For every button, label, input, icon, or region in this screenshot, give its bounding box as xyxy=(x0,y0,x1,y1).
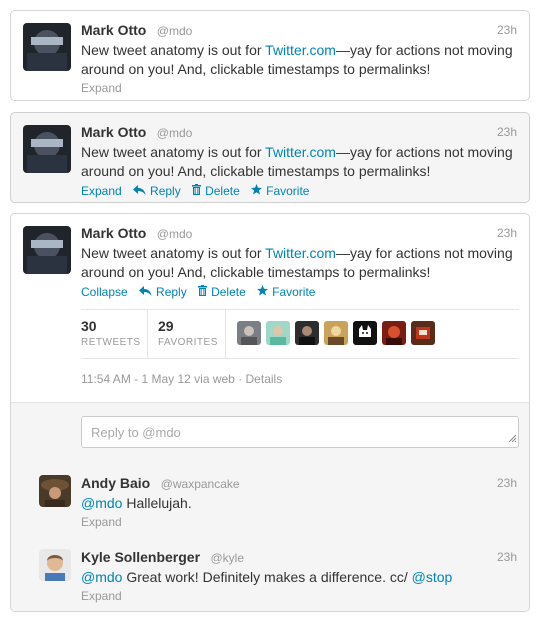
star-icon xyxy=(251,182,263,200)
author-handle[interactable]: @mdo xyxy=(157,126,193,140)
resize-grip-icon[interactable] xyxy=(508,430,517,445)
delete-action[interactable]: Delete xyxy=(192,182,240,200)
reply-icon xyxy=(133,182,146,200)
expand-link[interactable]: Expand xyxy=(81,588,517,604)
collapse-action[interactable]: Collapse xyxy=(81,283,128,301)
avatar[interactable] xyxy=(23,226,71,274)
divider xyxy=(147,310,148,358)
timestamp[interactable]: 23h xyxy=(497,550,517,564)
star-icon xyxy=(257,283,269,301)
delete-action[interactable]: Delete xyxy=(198,283,246,301)
reply-action[interactable]: Reply xyxy=(139,283,187,301)
author-name[interactable]: Mark Otto xyxy=(81,225,146,241)
author-name[interactable]: Mark Otto xyxy=(81,22,146,38)
favoriter-avatar[interactable] xyxy=(382,321,406,345)
tweet-meta[interactable]: 11:54 AM - 1 May 12 via web · Details xyxy=(81,372,282,386)
tweet-link[interactable]: Twitter.com xyxy=(265,42,336,58)
tweet-link[interactable]: Twitter.com xyxy=(265,144,336,160)
tweet-text: New tweet anatomy is out for Twitter.com… xyxy=(81,245,513,280)
favorite-action[interactable]: Favorite xyxy=(257,283,315,301)
tweet-text: @mdo Great work! Definitely makes a diff… xyxy=(81,569,453,585)
author-handle[interactable]: @kyle xyxy=(211,551,245,565)
favoriter-avatar[interactable] xyxy=(353,321,377,345)
tweet-text: New tweet anatomy is out for Twitter.com… xyxy=(81,42,513,77)
reply-action[interactable]: Reply xyxy=(133,182,181,200)
timestamp[interactable]: 23h xyxy=(497,23,517,37)
trash-icon xyxy=(192,182,202,200)
tweet-card[interactable]: Mark Otto @mdo 23h New tweet anatomy is … xyxy=(10,112,530,203)
tweet-link[interactable]: Twitter.com xyxy=(265,245,336,261)
favoriters-list xyxy=(237,321,440,345)
divider xyxy=(225,310,226,358)
favoriter-avatar[interactable] xyxy=(237,321,261,345)
timestamp[interactable]: 23h xyxy=(497,226,517,240)
favorite-action[interactable]: Favorite xyxy=(251,182,309,200)
trash-icon xyxy=(198,283,208,301)
tweet-card-expanded[interactable]: Mark Otto @mdo 23h New tweet anatomy is … xyxy=(10,213,530,612)
expand-link[interactable]: Expand xyxy=(81,80,517,96)
author-handle[interactable]: @waxpancake xyxy=(161,477,240,491)
avatar[interactable] xyxy=(39,475,71,507)
mention-link[interactable]: @mdo xyxy=(81,569,122,585)
reply-tweet[interactable]: Kyle Sollenberger @kyle 23h @mdo Great w… xyxy=(11,538,529,611)
favoriter-avatar[interactable] xyxy=(324,321,348,345)
tweet-stats: 30 RETWEETS 29 FAVORITES xyxy=(81,309,519,359)
tweet-actions: Expand Reply Delete Favorite xyxy=(81,182,517,200)
author-handle[interactable]: @mdo xyxy=(157,227,193,241)
mention-link[interactable]: @stop xyxy=(412,569,453,585)
author-name[interactable]: Mark Otto xyxy=(81,124,146,140)
favoriter-avatar[interactable] xyxy=(266,321,290,345)
timestamp[interactable]: 23h xyxy=(497,125,517,139)
tweet-text: New tweet anatomy is out for Twitter.com… xyxy=(81,144,513,179)
reply-box: Reply to @mdo xyxy=(11,402,529,466)
reply-input[interactable]: Reply to @mdo xyxy=(81,416,519,448)
expand-link[interactable]: Expand xyxy=(81,514,517,530)
favoriter-avatar[interactable] xyxy=(295,321,319,345)
tweet-actions: Collapse Reply Delete Favorite xyxy=(81,283,517,301)
tweet-card[interactable]: Mark Otto @mdo 23h New tweet anatomy is … xyxy=(10,10,530,101)
author-name[interactable]: Andy Baio xyxy=(81,475,150,491)
mention-link[interactable]: @mdo xyxy=(81,495,122,511)
favoriter-avatar[interactable] xyxy=(411,321,435,345)
reply-tweet[interactable]: Andy Baio @waxpancake 23h @mdo Halleluja… xyxy=(11,464,529,539)
avatar[interactable] xyxy=(39,549,71,581)
timestamp[interactable]: 23h xyxy=(497,476,517,490)
reply-icon xyxy=(139,283,152,301)
avatar[interactable] xyxy=(23,23,71,71)
author-handle[interactable]: @mdo xyxy=(157,24,193,38)
tweet-text: @mdo Hallelujah. xyxy=(81,495,192,511)
expand-action[interactable]: Expand xyxy=(81,182,122,200)
author-name[interactable]: Kyle Sollenberger xyxy=(81,549,200,565)
timeline: Mark Otto @mdo 23h New tweet anatomy is … xyxy=(0,0,542,623)
avatar[interactable] xyxy=(23,125,71,173)
